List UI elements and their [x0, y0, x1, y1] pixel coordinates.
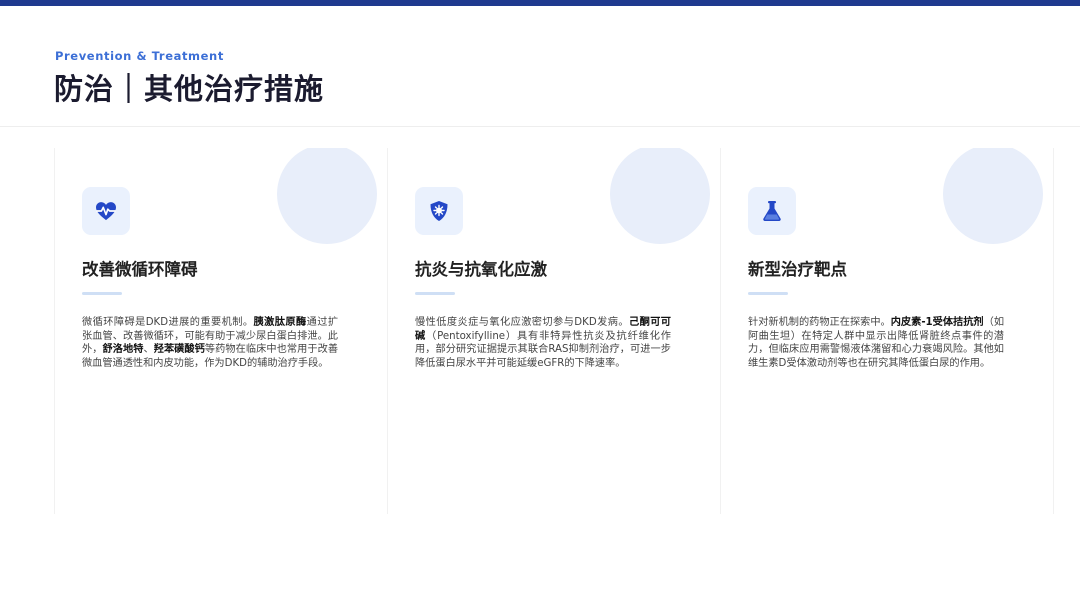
page-title: 防治｜其他治疗措施: [54, 72, 325, 106]
body-text: 微循环障碍是DKD进展的重要机制。: [82, 317, 254, 328]
heartbeat-icon-box: [82, 187, 130, 235]
flask-icon: [763, 201, 781, 221]
highlighted-term: 羟苯磺酸钙: [153, 344, 205, 356]
card-title: 新型治疗靶点: [748, 260, 847, 279]
card-body: 慢性低度炎症与氧化应激密切参与DKD发病。己酮可可碱（Pentoxifyllin…: [415, 316, 671, 370]
card-body: 针对新机制的药物正在探索中。内皮素-1受体拮抗剂（如阿曲生坦）在特定人群中显示出…: [748, 316, 1004, 370]
card-body: 微循环障碍是DKD进展的重要机制。胰激肽原酶通过扩张血管、改善微循环，可能有助于…: [82, 316, 338, 370]
card-divider: [748, 292, 788, 295]
body-text: 慢性低度炎症与氧化应激密切参与DKD发病。: [415, 317, 629, 328]
flask-icon-box: [748, 187, 796, 235]
shield-icon-box: [415, 187, 463, 235]
card-title: 改善微循环障碍: [82, 260, 198, 279]
card-divider: [415, 292, 455, 295]
card-anti-inflammation: 抗炎与抗氧化应激 慢性低度炎症与氧化应激密切参与DKD发病。己酮可可碱（Pent…: [387, 148, 720, 514]
page-header: Prevention & Treatment 防治｜其他治疗措施: [0, 6, 1080, 127]
card-microcirculation: 改善微循环障碍 微循环障碍是DKD进展的重要机制。胰激肽原酶通过扩张血管、改善微…: [54, 148, 387, 514]
card-new-targets: 新型治疗靶点 针对新机制的药物正在探索中。内皮素-1受体拮抗剂（如阿曲生坦）在特…: [720, 148, 1054, 514]
highlighted-term: 舒洛地特: [102, 344, 144, 356]
decorative-circle: [277, 148, 377, 244]
page-subtitle: Prevention & Treatment: [55, 49, 224, 63]
shield-virus-icon: [430, 201, 448, 221]
card-divider: [82, 292, 122, 295]
highlighted-term: 内皮素-1受体拮抗剂: [890, 317, 984, 328]
highlighted-term: 胰激肽原酶: [253, 317, 307, 328]
decorative-circle: [943, 148, 1043, 244]
body-text: 针对新机制的药物正在探索中。: [748, 317, 891, 328]
decorative-circle: [610, 148, 710, 244]
heartbeat-icon: [96, 202, 116, 221]
body-text: 、: [143, 344, 154, 356]
card-title: 抗炎与抗氧化应激: [415, 260, 547, 279]
body-text: （Pentoxifylline）具有非特异性抗炎及抗纤维化作用，部分研究证据提示…: [415, 330, 671, 369]
